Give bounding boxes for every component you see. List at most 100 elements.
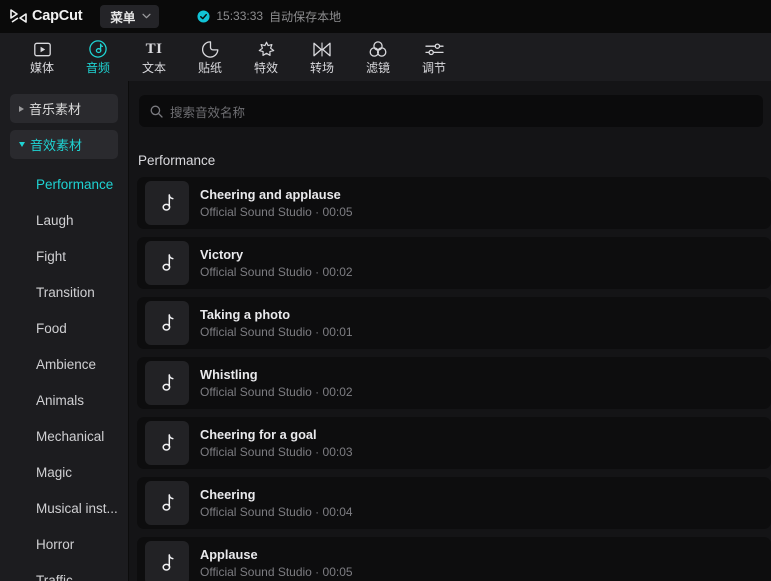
music-note-icon	[161, 193, 174, 211]
sound-thumbnail	[145, 421, 189, 465]
main-tab-bar: 媒体 音频 TI 文本 贴纸 特效 转场 滤镜 调节	[0, 33, 771, 81]
check-circle-icon	[197, 9, 210, 23]
tab-adjust[interactable]: 调节	[406, 34, 462, 80]
sound-meta: Taking a photo Official Sound Studio · 0…	[200, 307, 353, 339]
app-brand-name: CapCut	[32, 8, 83, 24]
autosave-time: 15:33:33	[216, 9, 264, 23]
tab-transition-label: 转场	[309, 60, 334, 75]
tab-filter-label: 滤镜	[365, 60, 390, 75]
sidebar-item-musical-instruments[interactable]: Musical inst...	[0, 490, 128, 526]
triangle-right-icon	[19, 105, 24, 112]
sidebar-item-ambience[interactable]: Ambience	[0, 346, 128, 382]
sidebar-item-fight[interactable]: Fight	[0, 238, 128, 274]
search-bar[interactable]: 搜索音效名称	[139, 95, 763, 127]
filter-circles-icon	[369, 40, 387, 59]
list-item[interactable]: Cheering Official Sound Studio · 00:04	[137, 477, 771, 529]
music-note-icon	[161, 313, 174, 331]
chevron-down-icon	[142, 13, 151, 19]
sticker-icon	[201, 40, 219, 59]
music-note-icon	[161, 553, 174, 571]
sound-thumbnail	[145, 541, 189, 581]
sound-title: Cheering for a goal	[200, 427, 317, 442]
text-ti-icon: TI	[145, 40, 163, 57]
effects-star-icon	[258, 40, 275, 59]
sound-title: Whistling	[200, 367, 258, 382]
triangle-down-icon	[19, 142, 25, 147]
content-area: 音乐素材 音效素材 Performance Laugh Fight Transi…	[0, 81, 771, 581]
media-play-icon	[33, 40, 51, 59]
sidebar-item-transition[interactable]: Transition	[0, 274, 128, 310]
sound-subtitle: Official Sound Studio · 00:05	[200, 565, 353, 579]
sound-meta: Cheering and applause Official Sound Stu…	[200, 187, 353, 219]
sound-title: Taking a photo	[200, 307, 291, 322]
sound-meta: Applause Official Sound Studio · 00:05	[200, 547, 353, 579]
music-note-icon	[161, 373, 174, 391]
sidebar-item-label: Food	[36, 320, 67, 336]
app-logo: CapCut	[10, 8, 83, 24]
sidebar-category-music[interactable]: 音乐素材	[10, 94, 118, 123]
music-note-icon	[161, 253, 174, 271]
tab-audio-label: 音频	[85, 60, 110, 75]
sidebar-item-label: Musical inst...	[36, 500, 118, 516]
tab-effects[interactable]: 特效	[238, 34, 294, 80]
sidebar-item-food[interactable]: Food	[0, 310, 128, 346]
sound-meta: Cheering Official Sound Studio · 00:04	[200, 487, 353, 519]
tab-text-label: 文本	[141, 60, 166, 75]
tab-filter[interactable]: 滤镜	[350, 34, 406, 80]
sidebar-item-laugh[interactable]: Laugh	[0, 202, 128, 238]
tab-sticker[interactable]: 贴纸	[182, 34, 238, 80]
sound-subtitle: Official Sound Studio · 00:02	[200, 265, 353, 279]
sound-subtitle: Official Sound Studio · 00:03	[200, 445, 353, 459]
sound-thumbnail	[145, 241, 189, 285]
sidebar-item-horror[interactable]: Horror	[0, 526, 128, 562]
sidebar-item-animals[interactable]: Animals	[0, 382, 128, 418]
capcut-window: CapCut 菜单 15:33:33 自动保存本地 媒体 音频 TI 文本 贴纸…	[0, 0, 771, 581]
tab-audio[interactable]: 音频	[70, 34, 126, 80]
list-item[interactable]: Cheering and applause Official Sound Stu…	[137, 177, 771, 229]
sidebar-category-music-label: 音乐素材	[29, 102, 82, 117]
sidebar-item-label: Laugh	[36, 212, 74, 228]
sound-meta: Victory Official Sound Studio · 00:02	[200, 247, 353, 279]
sound-effects-list: Cheering and applause Official Sound Stu…	[129, 177, 771, 581]
sidebar-item-label: Mechanical	[36, 428, 105, 444]
sidebar-category-sound-effects[interactable]: 音效素材	[10, 130, 118, 159]
list-item[interactable]: Applause Official Sound Studio · 00:05	[137, 537, 771, 581]
sound-thumbnail	[145, 301, 189, 345]
sidebar-item-label: Fight	[36, 248, 67, 264]
menu-button[interactable]: 菜单	[100, 4, 160, 28]
search-input[interactable]: 搜索音效名称	[170, 102, 245, 121]
music-note-icon	[161, 493, 174, 511]
sidebar-item-label: Transition	[36, 284, 95, 300]
search-icon	[150, 105, 163, 118]
sidebar-category-sound-effects-label: 音效素材	[30, 138, 83, 153]
section-title: Performance	[138, 153, 216, 168]
tab-media[interactable]: 媒体	[14, 34, 70, 80]
sound-subtitle: Official Sound Studio · 00:04	[200, 505, 353, 519]
audio-note-circle-icon	[89, 40, 107, 59]
sidebar-item-label: Performance	[36, 176, 114, 192]
music-note-icon	[161, 433, 174, 451]
autosave-label: 自动保存本地	[269, 9, 342, 24]
adjust-sliders-icon	[424, 40, 444, 59]
sound-thumbnail	[145, 181, 189, 225]
sound-subtitle: Official Sound Studio · 00:01	[200, 325, 353, 339]
sidebar-item-label: Horror	[36, 536, 75, 552]
sidebar-item-label: Traffic	[36, 572, 73, 581]
list-item[interactable]: Victory Official Sound Studio · 00:02	[137, 237, 771, 289]
list-item[interactable]: Whistling Official Sound Studio · 00:02	[137, 357, 771, 409]
sound-title: Cheering and applause	[200, 187, 341, 202]
list-item[interactable]: Cheering for a goal Official Sound Studi…	[137, 417, 771, 469]
list-item[interactable]: Taking a photo Official Sound Studio · 0…	[137, 297, 771, 349]
sidebar-item-label: Animals	[36, 392, 85, 408]
sound-thumbnail	[145, 361, 189, 405]
sidebar-item-traffic[interactable]: Traffic	[0, 562, 128, 581]
tab-media-label: 媒体	[29, 60, 54, 75]
sidebar-item-mechanical[interactable]: Mechanical	[0, 418, 128, 454]
capcut-logo-icon	[10, 8, 27, 23]
sidebar-item-magic[interactable]: Magic	[0, 454, 128, 490]
title-bar: CapCut 菜单 15:33:33 自动保存本地	[0, 0, 771, 33]
tab-transition[interactable]: 转场	[294, 34, 350, 80]
autosave-status: 15:33:33 自动保存本地	[197, 8, 341, 25]
sidebar-item-performance[interactable]: Performance	[0, 166, 128, 202]
tab-text[interactable]: TI 文本	[126, 34, 182, 80]
